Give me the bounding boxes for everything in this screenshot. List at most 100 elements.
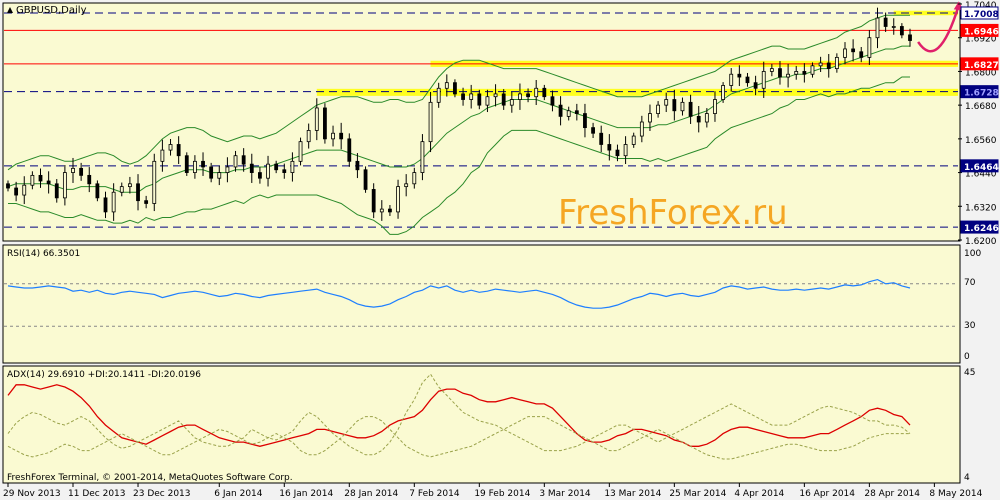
price-label: 1.7008 xyxy=(964,10,999,20)
adx-panel[interactable] xyxy=(2,365,961,484)
x-axis-label: 6 Jan 2014 xyxy=(214,489,262,499)
candle-body xyxy=(79,167,84,176)
candle-body xyxy=(38,174,43,182)
candle-body xyxy=(371,189,376,213)
candle-body xyxy=(493,93,498,98)
candle-body xyxy=(696,115,701,123)
candle-body xyxy=(509,99,514,106)
x-axis-label: 7 Feb 2014 xyxy=(409,489,460,499)
candle-body xyxy=(737,73,742,78)
x-axis-label: 28 Apr 2014 xyxy=(864,489,920,499)
candle-body xyxy=(859,51,864,58)
candle-body xyxy=(62,172,67,199)
candle-body xyxy=(404,183,409,188)
candle-body xyxy=(314,107,319,131)
candle-body xyxy=(542,87,547,98)
candle-body xyxy=(241,155,246,165)
candle-body xyxy=(258,172,262,179)
price-label: 1.6728 xyxy=(964,89,999,99)
candle-body xyxy=(607,144,612,151)
candle-body xyxy=(274,163,279,171)
candle-body xyxy=(282,169,287,173)
x-axis-label: 16 Jan 2014 xyxy=(279,489,333,499)
x-axis-label: 19 Feb 2014 xyxy=(474,489,530,499)
candle-body xyxy=(802,71,807,75)
price-label: 1.6246 xyxy=(964,224,999,234)
candle-body xyxy=(656,104,660,114)
candle-body xyxy=(583,113,587,129)
candle-body xyxy=(664,99,669,106)
candle-body xyxy=(574,110,579,114)
candle-body xyxy=(501,93,506,106)
x-axis-label: 16 Apr 2014 xyxy=(799,489,855,499)
x-axis-label: 29 Nov 2013 xyxy=(3,489,61,499)
candle-body xyxy=(347,138,352,162)
candle-body xyxy=(631,135,636,145)
rsi-tick-100: 100 xyxy=(964,249,981,259)
price-label: 1.6464 xyxy=(964,163,999,173)
candle-body xyxy=(843,48,847,58)
candle-body xyxy=(355,160,360,171)
candle-body xyxy=(485,96,490,106)
candle-body xyxy=(518,93,522,100)
candle-body xyxy=(891,26,896,28)
x-axis-label: 4 Apr 2014 xyxy=(734,489,784,499)
candle-body xyxy=(550,96,555,106)
rsi-panel[interactable] xyxy=(2,244,961,364)
rsi-tick-30: 30 xyxy=(964,321,976,331)
candle-body xyxy=(769,68,774,72)
candle-body xyxy=(6,183,10,189)
candle-body xyxy=(436,87,441,103)
candle-body xyxy=(176,144,181,157)
candle-body xyxy=(396,186,400,213)
candle-body xyxy=(558,104,563,117)
candle-body xyxy=(412,172,417,185)
candle-body xyxy=(306,130,311,143)
candle-body xyxy=(22,184,27,196)
candle-body xyxy=(834,56,839,70)
candle-body xyxy=(591,127,595,134)
main-chart-title: GBPUSD,Daily xyxy=(16,5,87,16)
x-axis-label: 13 Mar 2014 xyxy=(604,489,661,499)
candle-body xyxy=(526,93,530,98)
candle-body xyxy=(826,62,831,70)
candle-body xyxy=(566,110,571,117)
candle-body xyxy=(184,155,189,173)
watermark: FreshForex.ru xyxy=(558,193,788,233)
candle-body xyxy=(249,163,254,173)
candle-body xyxy=(266,163,270,179)
rsi-tick-70: 70 xyxy=(964,278,976,288)
price-tick-label: 1.6320 xyxy=(965,203,997,213)
candle-body xyxy=(103,197,108,213)
candle-body xyxy=(704,113,709,123)
x-axis-label: 8 May 2014 xyxy=(929,489,982,499)
candle-body xyxy=(136,183,140,202)
candle-body xyxy=(615,149,620,157)
candle-body xyxy=(428,101,433,143)
candle-body xyxy=(639,121,644,137)
adx-tick-45: 45 xyxy=(964,368,975,378)
candle-body xyxy=(168,144,173,151)
candle-body xyxy=(688,101,693,117)
candle-body xyxy=(729,73,734,86)
price-label: 1.6827 xyxy=(964,61,999,71)
price-tick-label: 1.6680 xyxy=(965,102,997,112)
candle-body xyxy=(217,172,222,179)
candle-body xyxy=(648,113,652,123)
candle-body xyxy=(46,180,51,185)
candle-body xyxy=(111,191,116,213)
candle-body xyxy=(144,200,149,204)
candle-body xyxy=(753,82,758,89)
candle-body xyxy=(30,174,35,186)
candle-body xyxy=(209,166,214,179)
candle-body xyxy=(875,17,880,39)
candle-body xyxy=(54,183,59,199)
candle-body xyxy=(908,34,912,41)
candle-body xyxy=(119,186,124,193)
candle-body xyxy=(672,99,677,112)
candle-body xyxy=(363,169,368,190)
candle-body xyxy=(794,71,799,75)
candle-body xyxy=(899,26,904,36)
candle-body xyxy=(87,174,92,185)
x-axis-label: 28 Jan 2014 xyxy=(344,489,398,499)
